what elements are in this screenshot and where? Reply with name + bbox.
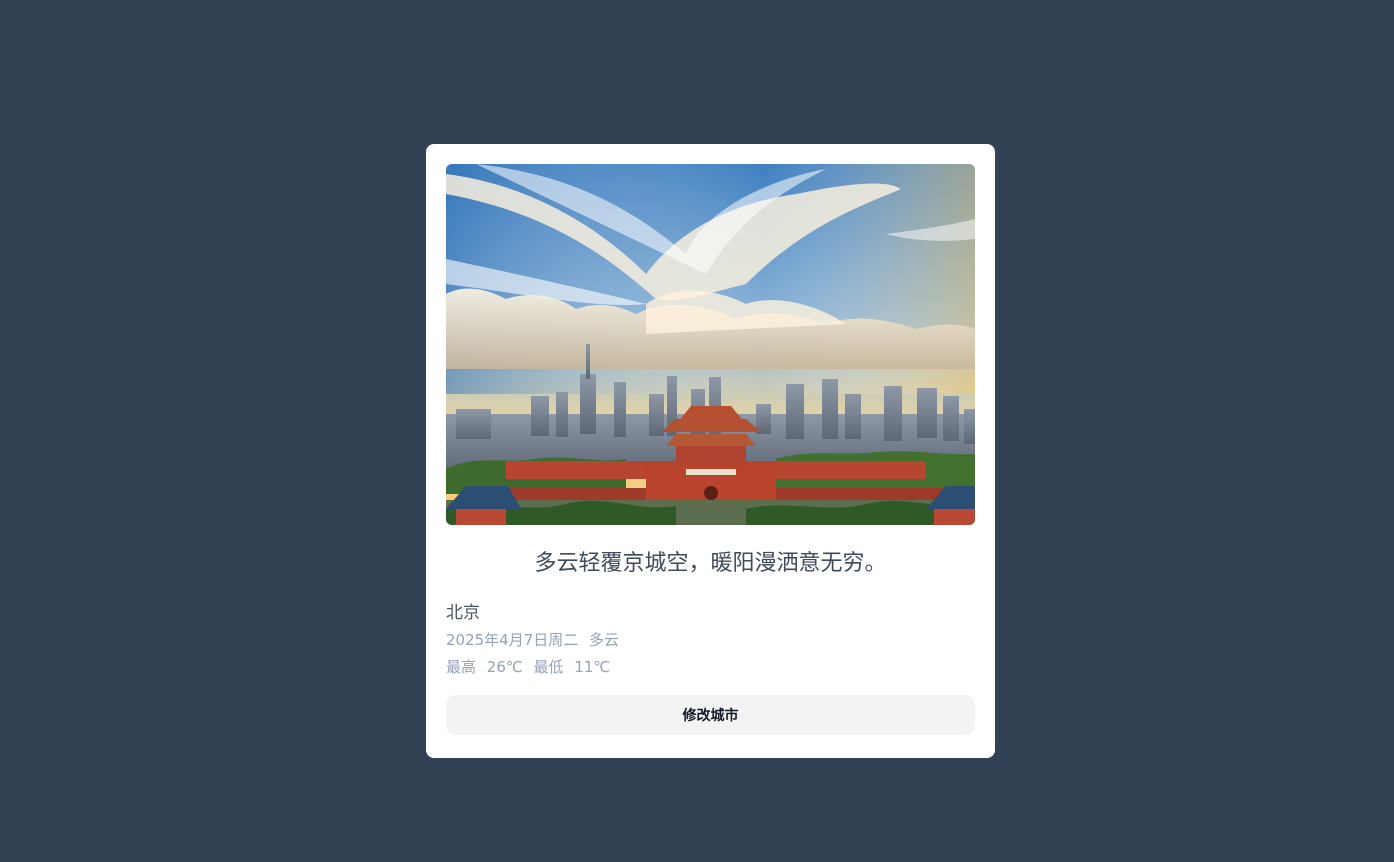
weather-quote: 多云轻覆京城空，暖阳漫洒意无穷。 xyxy=(534,551,887,576)
city-hero-image xyxy=(446,164,975,525)
temperature-row: 最高 26℃ 最低 11℃ xyxy=(446,655,975,679)
condition-text: 多云 xyxy=(589,631,620,649)
low-value: 11℃ xyxy=(574,658,611,676)
weather-card: 多云轻覆京城空，暖阳漫洒意无穷。 北京 2025年4月7日周二 多云 最高 26… xyxy=(426,144,995,758)
low-label: 最低 xyxy=(533,658,564,676)
city-name: 北京 xyxy=(446,603,480,623)
date-condition-row: 2025年4月7日周二 多云 xyxy=(446,628,975,652)
high-value: 26℃ xyxy=(486,658,523,676)
date-text: 2025年4月7日周二 xyxy=(446,631,579,649)
high-label: 最高 xyxy=(446,658,477,676)
change-city-button[interactable]: 修改城市 xyxy=(446,695,975,735)
